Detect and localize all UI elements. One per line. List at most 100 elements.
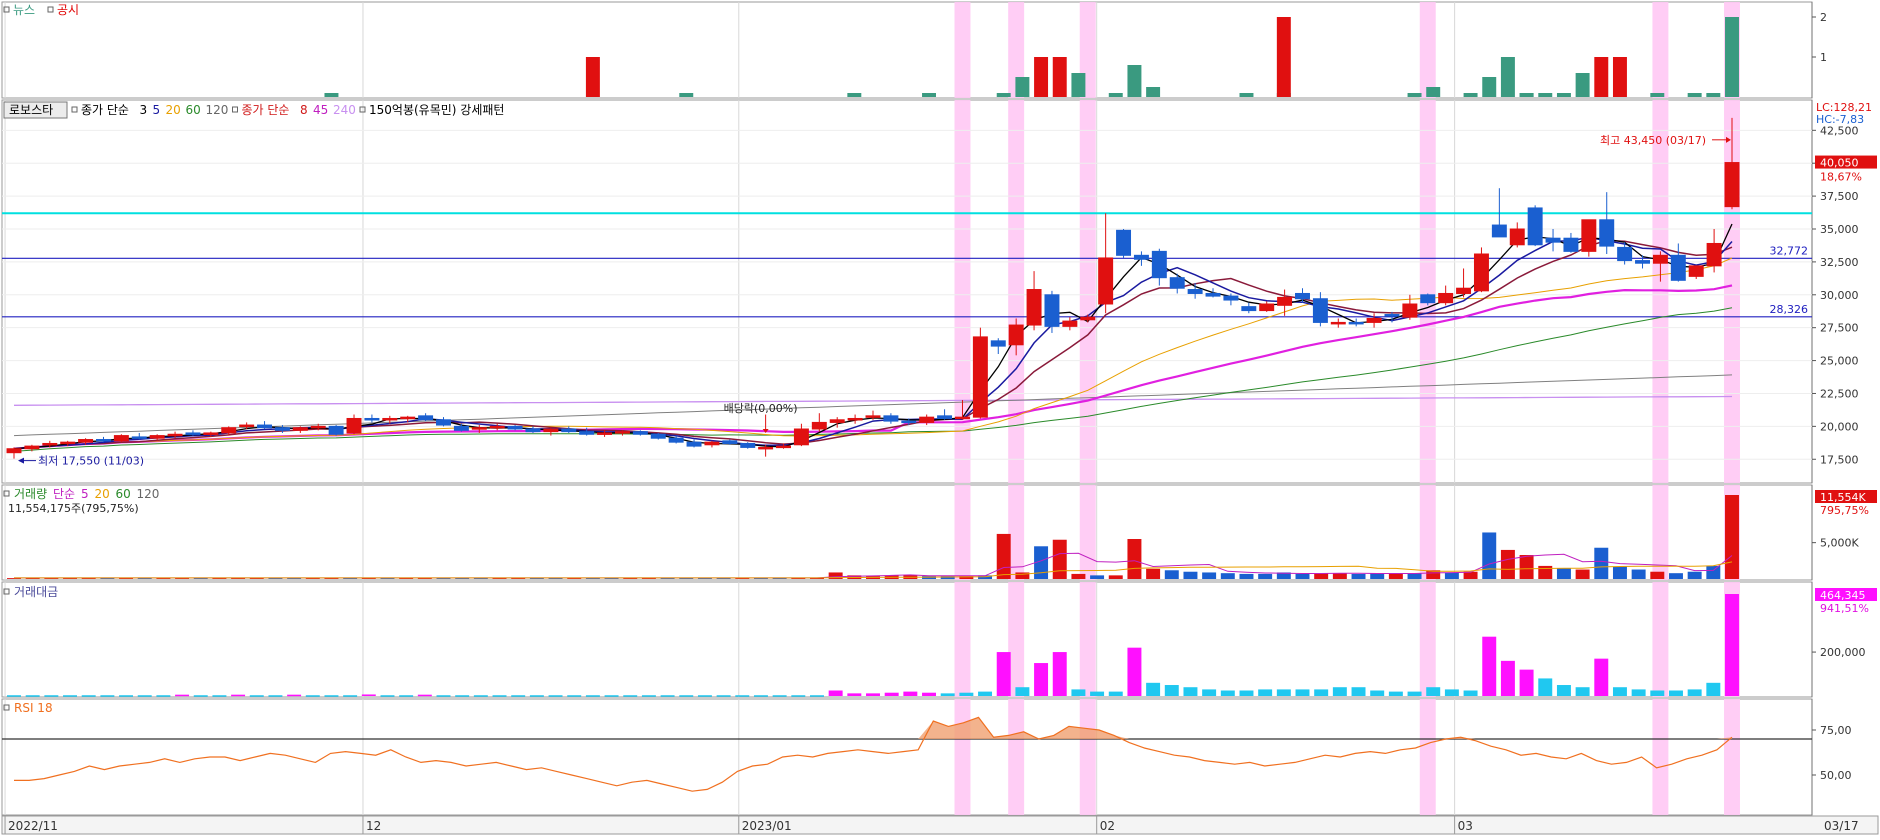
candle-body: [1098, 257, 1114, 305]
candle-body: [1312, 298, 1328, 323]
volume-bar: [1594, 547, 1609, 579]
news-bar: [996, 93, 1011, 97]
candle-body: [1527, 207, 1543, 246]
amount-bar: [63, 695, 78, 697]
amount-bar: [809, 695, 824, 697]
level-label: 28,326: [1770, 303, 1809, 316]
candle-body: [400, 416, 416, 420]
amount-current-label: 464,345: [1820, 589, 1866, 602]
candle-body: [1116, 229, 1132, 256]
candle-body: [1706, 242, 1722, 267]
price-tick-label: 27,500: [1820, 322, 1859, 335]
highlight-band: [1652, 2, 1669, 98]
amount-bar: [922, 692, 937, 696]
candle-body: [1295, 292, 1310, 300]
amount-bar: [1202, 689, 1217, 696]
highlight-band: [1419, 2, 1436, 98]
news-bar: [1650, 93, 1665, 97]
volume-bar: [1127, 539, 1142, 579]
highlight-band: [1079, 100, 1096, 483]
amount-bar: [1650, 690, 1665, 696]
volume-tick-label: 5,000K: [1820, 537, 1859, 550]
news-bar: [1052, 57, 1067, 97]
news-legend-label: 뉴스: [13, 3, 35, 17]
amount-bar: [641, 695, 656, 697]
amount-bar: [380, 695, 395, 697]
candle-body: [811, 421, 827, 430]
news-bar: [585, 57, 600, 97]
amount-bar: [1444, 689, 1459, 696]
news-bar: [847, 93, 862, 97]
chart-window: 최고 43,450 (03/17) 최저 17,550 (11/03) 배당락(0,…: [0, 0, 1880, 836]
candle-body: [239, 424, 255, 428]
volume-bar: [1556, 568, 1571, 579]
candle-body: [382, 417, 398, 421]
candle-body: [453, 425, 469, 431]
amount-bar: [978, 691, 993, 696]
rsi-legend-label: RSI 18: [14, 701, 53, 715]
amount-bar: [567, 695, 582, 697]
amount-bar: [175, 694, 190, 697]
amount-bar: [44, 695, 59, 697]
candle-body: [1044, 294, 1060, 327]
amount-bar: [791, 695, 806, 697]
candle-body: [829, 419, 845, 423]
amount-bar: [361, 694, 376, 696]
candle-body: [507, 425, 523, 430]
amount-legend-label: 거래대금: [14, 585, 58, 599]
candle-body: [1545, 237, 1561, 243]
candle-body: [579, 431, 595, 435]
volume-bar: [1612, 566, 1627, 579]
amount-bar: [1332, 687, 1347, 696]
amount-bar: [1463, 690, 1478, 696]
rsi-tick-label: 75,00: [1820, 724, 1852, 737]
volume-bar: [1202, 572, 1217, 579]
amount-tick-label: 200,000: [1820, 646, 1866, 659]
highlight-band: [1419, 485, 1436, 580]
highlight-band: [1724, 699, 1740, 815]
candle-body: [310, 425, 326, 429]
amount-bar: [548, 695, 563, 697]
amount-bar: [1071, 689, 1086, 696]
volume-bar: [1071, 573, 1086, 579]
amount-bar: [1519, 669, 1534, 696]
amount-bar: [1239, 690, 1254, 696]
amount-bar: [959, 692, 974, 696]
news-bar: [1500, 57, 1515, 97]
news-bar: [1594, 57, 1609, 97]
amount-bar: [473, 695, 488, 697]
price-legend-item: 5: [153, 103, 161, 117]
amount-bar: [1164, 685, 1179, 696]
volume-bar: [1183, 571, 1198, 579]
candle-body: [471, 427, 487, 430]
news-bar: [1706, 93, 1721, 97]
amount-bar: [1594, 658, 1609, 696]
candle-body: [1223, 295, 1239, 301]
candle-body: [328, 425, 344, 435]
candle-body: [1080, 316, 1096, 321]
amount-bar: [1314, 689, 1329, 696]
news-bar: [1556, 93, 1571, 97]
amount-bar: [287, 694, 302, 697]
candle-body: [149, 435, 165, 439]
volume-pct-label: 795,75%: [1820, 504, 1869, 517]
candle-body: [1617, 246, 1633, 262]
candle-body: [60, 441, 76, 445]
amount-pct-label: 941,51%: [1820, 602, 1869, 615]
amount-bar: [100, 695, 115, 697]
amount-bar: [697, 695, 712, 697]
news-bar: [1426, 87, 1441, 97]
candle-body: [793, 428, 809, 446]
amount-bar: [1426, 687, 1441, 696]
volume-bar: [1482, 532, 1497, 579]
stock-chart: 최고 43,450 (03/17) 최저 17,550 (11/03) 배당락(0,…: [0, 0, 1880, 836]
high-annotation: 최고 43,450 (03/17): [1600, 134, 1706, 147]
price-tick-label: 32,500: [1820, 256, 1859, 269]
highlight-band: [1419, 100, 1436, 483]
x-tick-label: 12: [366, 819, 381, 833]
volume-bar: [1295, 573, 1310, 579]
candle-body: [1187, 289, 1203, 294]
amount-bar: [492, 695, 507, 697]
volume-info: 11,554,175주(795,75%): [8, 502, 139, 515]
volume-bar: [1220, 573, 1235, 579]
